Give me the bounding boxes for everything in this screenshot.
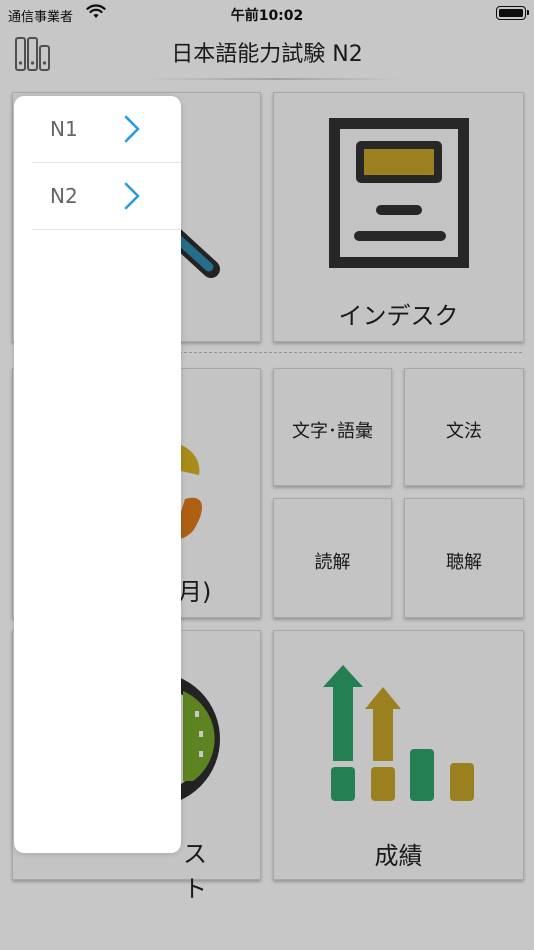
chevron-right-icon (124, 182, 140, 210)
dropdown-item-label: N2 (50, 184, 78, 208)
dropdown-item-n2[interactable]: N2 (32, 163, 181, 230)
dropdown-item-label: N1 (50, 117, 78, 141)
level-dropdown: N1 N2 (14, 96, 181, 853)
chevron-right-icon (124, 115, 140, 143)
dropdown-item-n1[interactable]: N1 (32, 96, 181, 163)
